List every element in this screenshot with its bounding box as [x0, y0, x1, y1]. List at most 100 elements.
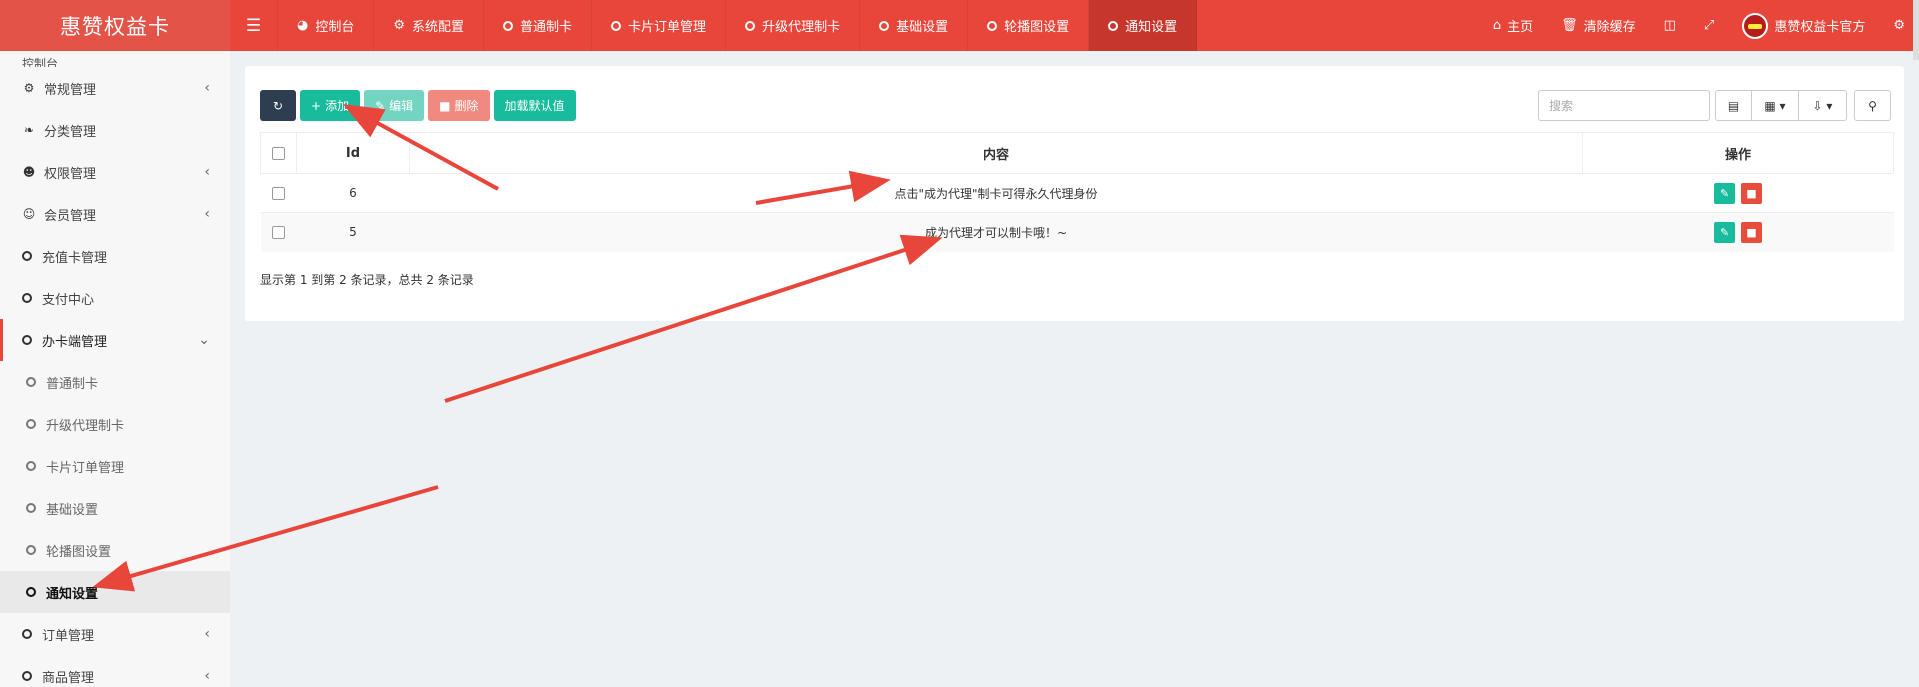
id-cell: 5: [296, 212, 410, 252]
circle-icon: [22, 335, 32, 345]
add-label: 添加: [325, 99, 350, 113]
list-icon: ▤: [1727, 98, 1740, 113]
tab-normal-card[interactable]: 普通制卡: [484, 0, 593, 51]
top-tabs: ◕ 控制台 ⚙ 系统配置 普通制卡 卡片订单管理 升级代理制卡 基础设置 轮播图…: [278, 0, 1198, 51]
delete-button[interactable]: ■ 删除: [428, 90, 490, 121]
sidebar-item-auth[interactable]: ☻ 权限管理 ‹: [0, 151, 230, 193]
tab-notice-settings[interactable]: 通知设置: [1089, 0, 1198, 51]
row-delete-button[interactable]: ■: [1740, 182, 1762, 204]
row-checkbox[interactable]: [272, 187, 285, 200]
sidebar-item-agent-card[interactable]: 升级代理制卡: [0, 403, 230, 445]
sidebar-item-payment[interactable]: 支付中心: [0, 277, 230, 319]
tab-system-config[interactable]: ⚙ 系统配置: [374, 0, 485, 51]
sidebar-item-card-client[interactable]: 办卡端管理 ⌄: [0, 319, 230, 361]
circle-icon: [22, 293, 32, 303]
sidebar-item-notice-settings[interactable]: 通知设置: [0, 571, 230, 613]
fullscreen-button[interactable]: ⤢: [1690, 0, 1728, 51]
dashboard-icon: ◕: [297, 18, 309, 33]
home-icon: ⌂: [1492, 18, 1502, 33]
sidebar-item-label: 权限管理: [44, 166, 97, 182]
sidebar-item-category[interactable]: ❧ 分类管理: [0, 109, 230, 151]
load-default-button[interactable]: 加载默认值: [493, 90, 576, 121]
chevron-left-icon: ‹: [204, 164, 210, 180]
sidebar-item-members[interactable]: ☺ 会员管理 ‹: [0, 193, 230, 235]
add-button[interactable]: + 添加: [300, 90, 361, 121]
tab-label: 卡片订单管理: [628, 20, 707, 35]
table-row: 6 点击"成为代理"制卡可得永久代理身份 ✎ ■: [260, 173, 1894, 213]
ops-cell: ✎ ■: [1582, 173, 1894, 213]
sidebar-item-normal-card[interactable]: 普通制卡: [0, 361, 230, 403]
export-icon: ⇩ ▾: [1812, 98, 1833, 113]
sidebar-item-carousel[interactable]: 轮播图设置: [0, 529, 230, 571]
edit-button[interactable]: ✎ 编辑: [364, 90, 425, 121]
sidebar-toggle-button[interactable]: ☰: [230, 0, 278, 51]
sidebar-item-label: 卡片订单管理: [46, 460, 125, 476]
tab-label: 控制台: [315, 20, 355, 35]
tab-agent-card[interactable]: 升级代理制卡: [726, 0, 861, 51]
tab-card-orders[interactable]: 卡片订单管理: [592, 0, 727, 51]
columns-dropdown[interactable]: ▦ ▾: [1751, 90, 1799, 121]
sidebar-item-products[interactable]: 商品管理 ‹: [0, 655, 230, 687]
row-select-cell: [260, 212, 297, 252]
export-dropdown[interactable]: ⇩ ▾: [1798, 90, 1847, 121]
id-header[interactable]: Id: [296, 132, 410, 174]
circle-icon: [22, 671, 32, 681]
tab-carousel-settings[interactable]: 轮播图设置: [968, 0, 1090, 51]
circle-icon: [26, 503, 36, 513]
user-name: 惠赞权益卡官方: [1774, 20, 1866, 35]
row-delete-button[interactable]: ■: [1740, 221, 1762, 243]
sidebar-item-card-orders[interactable]: 卡片订单管理: [0, 445, 230, 487]
sidebar-item-orders[interactable]: 订单管理 ‹: [0, 613, 230, 655]
sidebar-item-label: 商品管理: [42, 670, 95, 686]
circle-icon: [503, 20, 514, 31]
tab-basic-settings[interactable]: 基础设置: [860, 0, 969, 51]
pencil-icon: ✎: [1719, 225, 1730, 239]
sidebar-item-label: 升级代理制卡: [46, 418, 125, 434]
tab-dashboard[interactable]: ◕ 控制台: [278, 0, 375, 51]
chevron-down-icon: ⌄: [198, 332, 210, 348]
toggle-view-button[interactable]: ▤: [1715, 90, 1752, 121]
sidebar-item-general[interactable]: ⚙ 常规管理 ‹: [0, 67, 230, 109]
content-cell: 成为代理才可以制卡哦！~: [409, 212, 1583, 252]
row-edit-button[interactable]: ✎: [1714, 182, 1736, 204]
sidebar-item-label: 常规管理: [44, 82, 97, 98]
sidebar-item-label: 支付中心: [42, 292, 95, 308]
chevron-left-icon: ‹: [204, 206, 210, 222]
brand-logo[interactable]: 惠赞权益卡: [0, 0, 230, 51]
menu-icon: ☰: [245, 15, 262, 36]
avatar: [1742, 12, 1769, 39]
sidebar-item-basic-settings[interactable]: 基础设置: [0, 487, 230, 529]
clear-cache-button[interactable]: 🗑 清除缓存: [1547, 0, 1650, 51]
circle-icon: [26, 461, 36, 471]
refresh-button[interactable]: ↻: [260, 90, 296, 121]
user-menu[interactable]: 惠赞权益卡官方: [1728, 0, 1879, 51]
select-all-checkbox[interactable]: [272, 146, 285, 160]
tab-label: 系统配置: [412, 20, 465, 35]
sidebar-item-dashboard[interactable]: 控制台: [0, 51, 230, 67]
content-header: 内容: [409, 132, 1583, 174]
advanced-search-button[interactable]: ⚲: [1854, 90, 1891, 121]
top-right-menu: ⌂ 主页 🗑 清除缓存 ◫ ⤢ 惠赞权益卡官方 ⚙: [1479, 0, 1919, 51]
search-input[interactable]: [1538, 90, 1710, 121]
trash-icon: ■: [1746, 225, 1757, 239]
leaf-icon: ❧: [23, 123, 35, 137]
sidebar-item-recharge-card[interactable]: 充值卡管理: [0, 235, 230, 277]
id-cell: 6: [296, 173, 410, 213]
trash-icon: 🗑: [1561, 18, 1578, 33]
home-link[interactable]: ⌂ 主页: [1479, 0, 1547, 51]
scrollbar[interactable]: [1913, 0, 1919, 60]
translate-button[interactable]: ◫: [1650, 0, 1690, 51]
sidebar: 控制台 ⚙ 常规管理 ‹ ❧ 分类管理 ☻ 权限管理 ‹ ☺ 会员管理 ‹ 充值…: [0, 51, 230, 687]
ops-header: 操作: [1582, 132, 1894, 174]
clear-cache-label: 清除缓存: [1583, 20, 1636, 35]
sidebar-item-label: 普通制卡: [46, 376, 99, 392]
circle-icon: [745, 20, 756, 31]
gears-icon: ⚙: [1893, 18, 1905, 33]
row-checkbox[interactable]: [272, 226, 285, 240]
sidebar-item-label: 充值卡管理: [42, 250, 108, 266]
circle-icon: [611, 20, 622, 31]
circle-icon: [879, 20, 890, 31]
toolbar: ↻ + 添加 ✎ 编辑 ■ 删除 加载默认值: [260, 90, 576, 121]
row-edit-button[interactable]: ✎: [1714, 221, 1736, 243]
gear-icon: ⚙: [393, 18, 406, 33]
